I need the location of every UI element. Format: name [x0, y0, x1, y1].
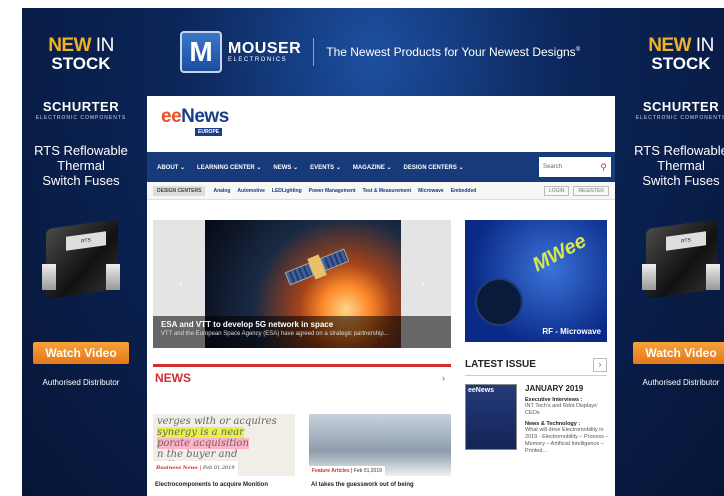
stock-label: STOCK — [651, 54, 711, 73]
latest-issue-details: JANUARY 2019 Executive Interviews : INT … — [525, 384, 611, 455]
stock-label: STOCK — [51, 54, 111, 73]
news-card[interactable]: Feature Articles | Feb 01,2019 AI takes … — [309, 414, 451, 496]
new-in-label: NEW IN — [48, 35, 114, 56]
schurter-sub: ELECTRONIC COMPONENTS — [35, 115, 127, 121]
satellite-dish-icon — [475, 278, 523, 326]
chevron-down-icon: ⌄ — [458, 164, 464, 171]
right-side-ad[interactable]: NEW IN STOCK SCHURTER ELECTRONIC COMPONE… — [622, 8, 724, 496]
account-links: LOGIN REGISTER — [540, 185, 609, 196]
watch-video-button[interactable]: Watch Video — [633, 342, 724, 364]
banner-tagline: The Newest Products for Your Newest Desi… — [326, 45, 581, 59]
login-button[interactable]: LOGIN — [543, 185, 570, 196]
mouser-logo-icon: M — [180, 31, 222, 73]
schurter-logo: SCHURTER — [642, 99, 720, 114]
product-name: RTS Reflowable Thermal Switch Fuses — [634, 143, 724, 188]
issue-section-body: What will drive Electromobility in 2019 … — [525, 427, 609, 454]
slider-next-icon[interactable]: › — [421, 278, 424, 289]
europe-badge: EUROPE — [195, 128, 223, 136]
fuse-product-image: RTS — [36, 218, 126, 304]
hero-description: VTT and the European Space Agency (ESA) … — [161, 331, 389, 337]
nav-learning-center[interactable]: LEARNING CENTER ⌄ — [197, 164, 261, 171]
dc-test-measurement[interactable]: Test & Measurement — [363, 188, 412, 194]
issue-section-body: INT Tech's and Rdot Displays' CEOs — [525, 403, 598, 416]
main-site: eeNews EUROPE ABOUT ⌄ LEARNING CENTER ⌄ … — [147, 96, 615, 496]
latest-issue-header[interactable]: LATEST ISSUE › — [465, 354, 607, 376]
nav-about[interactable]: ABOUT ⌄ — [157, 164, 185, 171]
news-card-image: Feature Articles | Feb 01,2019 — [309, 414, 451, 476]
register-button[interactable]: REGISTER — [573, 185, 609, 196]
chevron-right-icon[interactable]: › — [593, 357, 607, 372]
dc-microwave[interactable]: Microwave — [418, 188, 444, 194]
dc-embedded[interactable]: Embedded — [451, 188, 477, 194]
chevron-down-icon: ⌄ — [180, 164, 186, 171]
chevron-right-icon[interactable]: › — [442, 373, 445, 383]
hero-title[interactable]: ESA and VTT to develop 5G network in spa… — [161, 320, 443, 329]
dc-power-management[interactable]: Power Management — [309, 188, 356, 194]
nav-events[interactable]: EVENTS ⌄ — [310, 164, 341, 171]
banner-divider — [313, 38, 315, 66]
nav-design-centers[interactable]: DESIGN CENTERS ⌄ — [404, 164, 464, 171]
product-name: RTS Reflowable Thermal Switch Fuses — [34, 143, 128, 188]
authorised-distributor: Authorised Distributor — [642, 378, 720, 387]
rf-microwave-label: RF - Microwave — [542, 327, 601, 336]
news-section-header[interactable]: NEWS › — [153, 364, 451, 388]
eenews-logo[interactable]: eeNews — [161, 106, 229, 128]
chevron-down-icon: ⌄ — [386, 164, 392, 171]
chevron-down-icon: ⌄ — [335, 164, 341, 171]
site-header: eeNews EUROPE — [147, 96, 615, 152]
main-nav: ABOUT ⌄ LEARNING CENTER ⌄ NEWS ⌄ EVENTS … — [147, 152, 615, 182]
news-card-tag: Feature Articles | Feb 01,2019 — [309, 466, 385, 476]
news-heading: NEWS — [155, 370, 191, 385]
ad-frame: NEW IN STOCK SCHURTER ELECTRONIC COMPONE… — [22, 8, 724, 496]
new-in-label: NEW IN — [648, 35, 714, 56]
nav-magazine[interactable]: MAGAZINE ⌄ — [353, 164, 392, 171]
news-card-title[interactable]: AI takes the guesswork out of being — [309, 482, 451, 488]
news-card-image: verges with or acquires synergy is a nea… — [153, 414, 295, 476]
satellite-image — [282, 243, 351, 291]
design-centers-bar: DESIGN CENTERS Analog Automotive LEDLigh… — [147, 182, 615, 200]
schurter-logo: SCHURTER — [42, 99, 120, 114]
magazine-cover[interactable]: eeNews — [465, 384, 517, 450]
news-card-tag: Business News | Feb 01,2019 — [153, 461, 238, 476]
fuse-product-image: RTS — [636, 218, 724, 304]
authorised-distributor: Authorised Distributor — [42, 378, 120, 387]
schurter-sub: ELECTRONIC COMPONENTS — [635, 115, 724, 121]
news-card[interactable]: verges with or acquires synergy is a nea… — [153, 414, 295, 496]
dc-ledlighting[interactable]: LEDLighting — [272, 188, 302, 194]
issue-month: JANUARY 2019 — [525, 384, 584, 393]
left-side-ad[interactable]: NEW IN STOCK SCHURTER ELECTRONIC COMPONE… — [22, 8, 140, 496]
nav-news[interactable]: NEWS ⌄ — [273, 164, 298, 171]
watch-video-button[interactable]: Watch Video — [33, 342, 129, 364]
dc-automotive[interactable]: Automotive — [237, 188, 265, 194]
rf-microwave-banner[interactable]: MWee RF - Microwave — [465, 220, 607, 342]
news-card-title[interactable]: Electrocomponents to acquire Monition — [153, 482, 295, 488]
slider-prev-icon[interactable]: ‹ — [179, 278, 182, 289]
mouser-banner[interactable]: M MOUSER ELECTRONICS The Newest Products… — [180, 30, 580, 74]
chevron-down-icon: ⌄ — [293, 164, 299, 171]
mouser-wordmark: MOUSER ELECTRONICS — [228, 40, 302, 64]
search-icon[interactable]: ⚲ — [600, 162, 607, 173]
mwee-logo: MWee — [528, 229, 590, 277]
design-centers-label: DESIGN CENTERS — [153, 185, 206, 196]
hero-caption[interactable]: ESA and VTT to develop 5G network in spa… — [153, 316, 451, 348]
dc-analog[interactable]: Analog — [213, 188, 230, 194]
hero-slider[interactable]: ‹ › ESA and VTT to develop 5G network in… — [153, 220, 451, 348]
latest-issue-heading: LATEST ISSUE — [465, 359, 536, 370]
chevron-down-icon: ⌄ — [256, 164, 262, 171]
search-input[interactable]: Search ⚲ — [539, 157, 611, 177]
